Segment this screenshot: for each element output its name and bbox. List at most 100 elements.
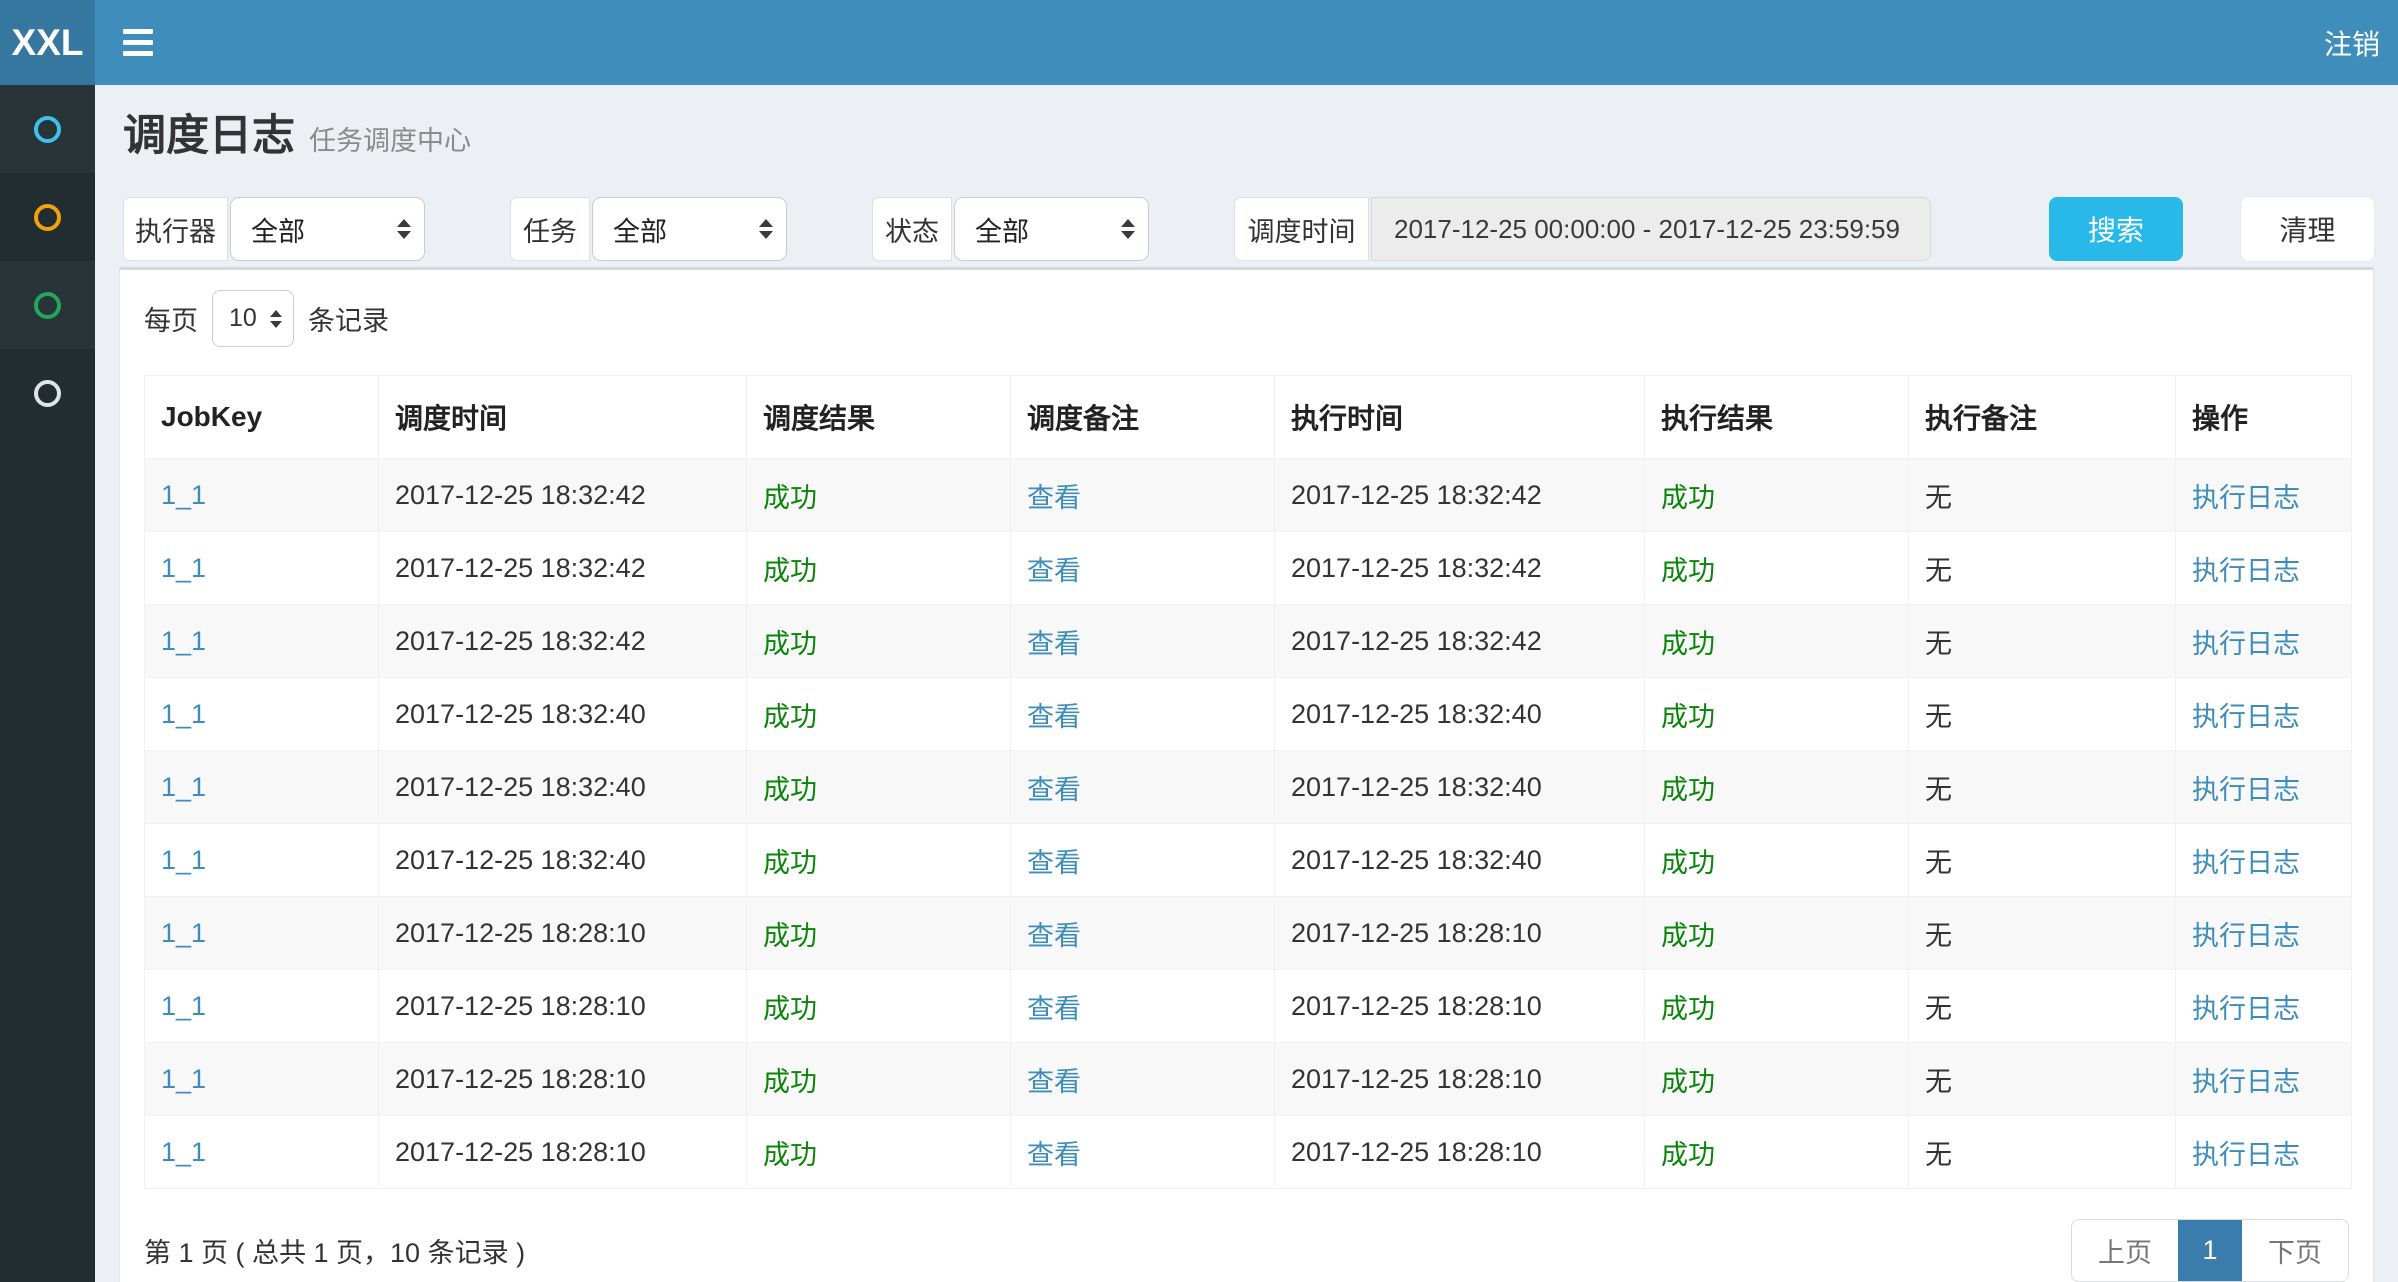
executor-select[interactable]: 全部 [230, 197, 425, 261]
col-handle-result: 执行结果 [1645, 376, 1909, 459]
trigger-msg-link[interactable]: 查看 [1027, 702, 1081, 732]
jobkey-link[interactable]: 1_1 [161, 845, 206, 875]
table-row: 1_1 2017-12-25 18:32:42 成功 查看 2017-12-25… [145, 605, 2352, 678]
handle-result-text: 成功 [1661, 848, 1715, 878]
help-circle-icon [34, 380, 61, 407]
handle-result-text: 成功 [1661, 483, 1715, 513]
sidebar-item-job-manage[interactable] [0, 173, 95, 261]
sidebar-item-job-log[interactable] [0, 261, 95, 349]
jobkey-link[interactable]: 1_1 [161, 699, 206, 729]
jobkey-link[interactable]: 1_1 [161, 991, 206, 1021]
jobkey-link[interactable]: 1_1 [161, 1137, 206, 1167]
jobkey-link[interactable]: 1_1 [161, 772, 206, 802]
jobkey-link[interactable]: 1_1 [161, 480, 206, 510]
status-filter-group: 状态 全部 [872, 197, 1149, 261]
trigger-time-cell: 2017-12-25 18:28:10 [379, 970, 747, 1043]
job-select[interactable]: 全部 [592, 197, 787, 261]
trigger-time-cell: 2017-12-25 18:28:10 [379, 1043, 747, 1116]
jobkey-link[interactable]: 1_1 [161, 626, 206, 656]
handle-msg-cell: 无 [1909, 605, 2176, 678]
status-select-value: 全部 [975, 210, 1029, 249]
exec-log-link[interactable]: 执行日志 [2192, 775, 2300, 805]
trigger-result-text: 成功 [763, 556, 817, 586]
next-page-button[interactable]: 下页 [2242, 1220, 2348, 1281]
select-arrows-icon [759, 219, 773, 239]
trigger-time-cell: 2017-12-25 18:32:42 [379, 532, 747, 605]
trigger-msg-link[interactable]: 查看 [1027, 848, 1081, 878]
trigger-time-filter-group: 调度时间 [1234, 197, 1931, 261]
trigger-time-cell: 2017-12-25 18:32:40 [379, 751, 747, 824]
executor-select-value: 全部 [251, 210, 305, 249]
executor-filter-group: 执行器 全部 [123, 197, 425, 261]
prev-page-button[interactable]: 上页 [2072, 1220, 2178, 1281]
exec-log-link[interactable]: 执行日志 [2192, 848, 2300, 878]
col-jobkey: JobKey [145, 376, 379, 459]
pagination-info: 第 1 页 ( 总共 1 页，10 条记录 ) [144, 1231, 525, 1270]
col-trigger-time: 调度时间 [379, 376, 747, 459]
handle-time-cell: 2017-12-25 18:28:10 [1275, 1116, 1645, 1189]
trigger-msg-link[interactable]: 查看 [1027, 556, 1081, 586]
trigger-msg-link[interactable]: 查看 [1027, 994, 1081, 1024]
hamburger-icon [123, 40, 153, 45]
trigger-result-text: 成功 [763, 1140, 817, 1170]
trigger-msg-link[interactable]: 查看 [1027, 1140, 1081, 1170]
status-select[interactable]: 全部 [954, 197, 1149, 261]
page-length-select[interactable]: 10 [212, 290, 294, 347]
handle-msg-cell: 无 [1909, 459, 2176, 532]
search-button[interactable]: 搜索 [2049, 197, 2183, 261]
select-arrows-icon [270, 310, 282, 328]
trigger-time-cell: 2017-12-25 18:32:42 [379, 459, 747, 532]
logout-link[interactable]: 注销 [2324, 23, 2380, 63]
trigger-msg-link[interactable]: 查看 [1027, 483, 1081, 513]
col-action: 操作 [2176, 376, 2352, 459]
jobkey-link[interactable]: 1_1 [161, 553, 206, 583]
sidebar-item-help[interactable] [0, 349, 95, 437]
jobkey-link[interactable]: 1_1 [161, 1064, 206, 1094]
page-length-row: 每页 10 条记录 [144, 290, 2349, 347]
col-handle-msg: 执行备注 [1909, 376, 2176, 459]
exec-log-link[interactable]: 执行日志 [2192, 556, 2300, 586]
current-page-button[interactable]: 1 [2178, 1220, 2242, 1281]
handle-time-cell: 2017-12-25 18:28:10 [1275, 1043, 1645, 1116]
brand-logo[interactable]: XXL [0, 0, 95, 85]
trigger-result-text: 成功 [763, 921, 817, 951]
exec-log-link[interactable]: 执行日志 [2192, 1140, 2300, 1170]
hamburger-icon [123, 51, 153, 56]
exec-log-link[interactable]: 执行日志 [2192, 702, 2300, 732]
top-navbar: XXL 注销 [0, 0, 2398, 85]
sidebar-toggle-button[interactable] [123, 28, 157, 58]
handle-time-cell: 2017-12-25 18:32:42 [1275, 532, 1645, 605]
select-arrows-icon [1121, 219, 1135, 239]
trigger-time-range-input[interactable] [1371, 197, 1931, 261]
handle-msg-cell: 无 [1909, 751, 2176, 824]
col-handle-time: 执行时间 [1275, 376, 1645, 459]
table-row: 1_1 2017-12-25 18:32:42 成功 查看 2017-12-25… [145, 532, 2352, 605]
log-box: 每页 10 条记录 JobKey 调度时间 调度结果 调度备注 执行时间 执行结… [119, 267, 2374, 1282]
handle-result-text: 成功 [1661, 1067, 1715, 1097]
clear-button[interactable]: 清理 [2241, 197, 2374, 261]
job-manage-circle-icon [34, 204, 61, 231]
trigger-msg-link[interactable]: 查看 [1027, 775, 1081, 805]
main-content: 调度日志任务调度中心 执行器 全部 任务 全部 状态 全部 调度时间 [95, 85, 2398, 1282]
handle-result-text: 成功 [1661, 921, 1715, 951]
exec-log-link[interactable]: 执行日志 [2192, 994, 2300, 1024]
handle-result-text: 成功 [1661, 994, 1715, 1024]
trigger-msg-link[interactable]: 查看 [1027, 1067, 1081, 1097]
table-row: 1_1 2017-12-25 18:32:40 成功 查看 2017-12-25… [145, 678, 2352, 751]
exec-log-link[interactable]: 执行日志 [2192, 483, 2300, 513]
exec-log-link[interactable]: 执行日志 [2192, 1067, 2300, 1097]
handle-result-text: 成功 [1661, 702, 1715, 732]
sidebar-item-dashboard[interactable] [0, 85, 95, 173]
pagination: 上页 1 下页 [2071, 1219, 2349, 1282]
hamburger-icon [123, 29, 153, 34]
handle-result-text: 成功 [1661, 775, 1715, 805]
exec-log-link[interactable]: 执行日志 [2192, 921, 2300, 951]
trigger-msg-link[interactable]: 查看 [1027, 921, 1081, 951]
trigger-msg-link[interactable]: 查看 [1027, 629, 1081, 659]
table-row: 1_1 2017-12-25 18:28:10 成功 查看 2017-12-25… [145, 970, 2352, 1043]
job-label: 任务 [510, 197, 590, 261]
exec-log-link[interactable]: 执行日志 [2192, 629, 2300, 659]
page-length-value: 10 [229, 304, 257, 333]
jobkey-link[interactable]: 1_1 [161, 918, 206, 948]
status-label: 状态 [872, 197, 952, 261]
